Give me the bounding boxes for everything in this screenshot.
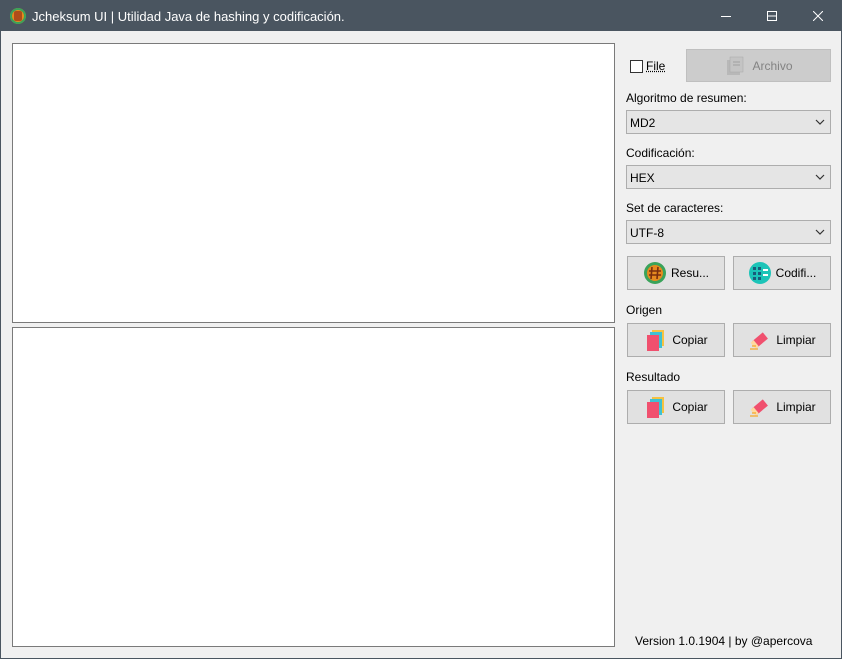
result-section-label: Resultado [626,370,681,384]
minimize-icon [721,16,731,17]
origin-clear-label: Limpiar [776,333,816,347]
chevron-down-icon [815,119,825,125]
eraser-icon [750,332,769,350]
copy-icon [647,330,665,351]
file-icon [727,56,744,75]
algorithm-label: Algoritmo de resumen: [626,91,747,105]
file-checkbox-label[interactable]: File [646,59,665,73]
app-icon [10,8,26,24]
charset-select-value: UTF-8 [630,226,664,240]
version-footer: Version 1.0.1904 | by @apercova [635,634,813,648]
result-text-area[interactable] [12,327,615,647]
encoding-label: Codificación: [626,146,695,160]
chevron-down-icon [815,174,825,180]
copy-icon [647,397,665,418]
origin-text-area[interactable] [12,43,615,323]
encoding-select-value: HEX [630,171,655,185]
app-window: Jcheksum UI | Utilidad Java de hashing y… [0,0,842,659]
origin-copy-label: Copiar [672,333,708,347]
encoding-select[interactable]: HEX [626,165,831,189]
result-clear-label: Limpiar [776,400,816,414]
result-copy-label: Copiar [672,400,708,414]
encode-button-label: Codifi... [775,266,817,280]
maximize-button[interactable] [749,1,795,31]
hash-icon [643,262,666,284]
algorithm-select-value: MD2 [630,116,656,130]
archive-button-label: Archivo [752,58,793,73]
window-title: Jcheksum UI | Utilidad Java de hashing y… [32,9,345,24]
origin-clear-button[interactable]: Limpiar [733,323,831,357]
origin-copy-button[interactable]: Copiar [627,323,725,357]
binary-code-icon [748,262,771,284]
digest-button-label: Resu... [670,266,709,280]
archive-button[interactable]: Archivo [686,49,831,82]
minimize-button[interactable] [703,1,749,31]
charset-select[interactable]: UTF-8 [626,220,831,244]
result-copy-button[interactable]: Copiar [627,390,725,424]
eraser-icon [750,399,769,417]
maximize-icon [767,11,777,21]
file-checkbox[interactable] [630,60,643,73]
algorithm-select[interactable]: MD2 [626,110,831,134]
close-icon [813,11,823,21]
encode-button[interactable]: Codifi... [733,256,831,290]
chevron-down-icon [815,229,825,235]
charset-label: Set de caracteres: [626,201,724,215]
result-clear-button[interactable]: Limpiar [733,390,831,424]
origin-section-label: Origen [626,303,663,317]
close-button[interactable] [795,1,841,31]
digest-button[interactable]: Resu... [627,256,725,290]
